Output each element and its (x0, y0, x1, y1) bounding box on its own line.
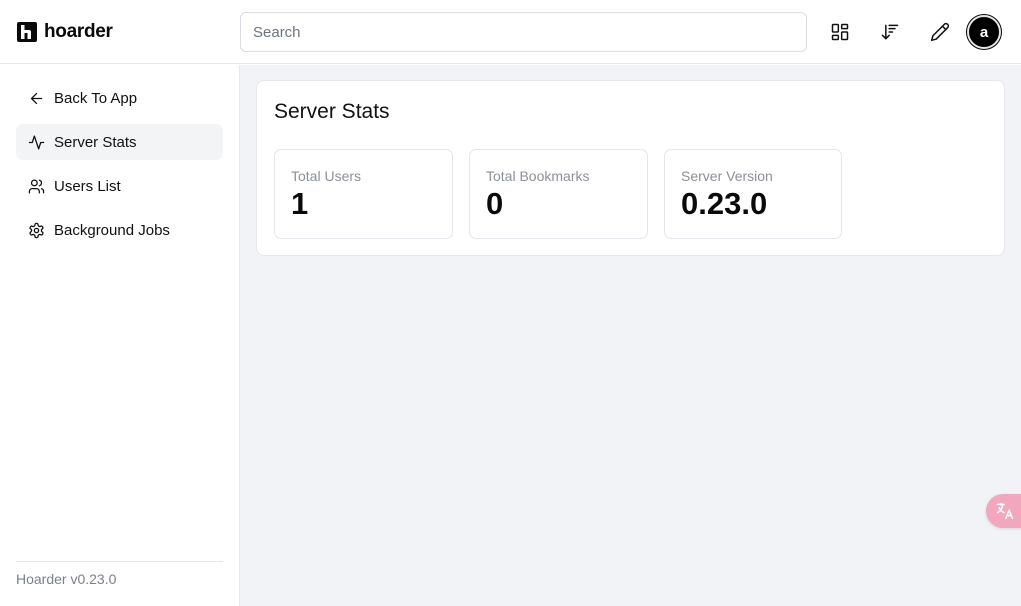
stat-value: 1 (291, 186, 309, 221)
sidebar-divider (16, 561, 223, 562)
sidebar-item-label: Users List (54, 177, 121, 195)
server-stats-card: Server Stats Total Users 1 Total Bookmar… (256, 80, 1005, 256)
stat-label: Server Version (681, 168, 773, 184)
translate-icon (996, 502, 1014, 520)
sidebar-item-label: Server Stats (54, 133, 137, 151)
sidebar-item-background-jobs[interactable]: Background Jobs (16, 212, 223, 248)
stat-value: 0 (486, 186, 504, 221)
app-root: hoarder a (0, 0, 1021, 606)
sidebar: Back To App Server Stats Users List Back… (0, 65, 240, 606)
stat-card-total-users: Total Users 1 (274, 149, 453, 239)
translate-widget-button[interactable] (986, 494, 1021, 528)
brand-logo[interactable]: hoarder (16, 20, 113, 44)
activity-icon (28, 134, 45, 150)
main-content: Server Stats Total Users 1 Total Bookmar… (240, 65, 1021, 606)
stat-card-total-bookmarks: Total Bookmarks 0 (469, 149, 648, 239)
grid-layout-icon (831, 23, 849, 41)
layout-toggle-button[interactable] (820, 12, 860, 52)
stat-value: 0.23.0 (681, 186, 768, 221)
user-avatar[interactable]: a (967, 15, 1001, 49)
brand-name: hoarder (44, 21, 113, 42)
sidebar-item-label: Background Jobs (54, 221, 170, 239)
top-header: hoarder a (0, 0, 1021, 64)
sort-button[interactable] (870, 12, 910, 52)
edit-button[interactable] (920, 12, 960, 52)
stat-label: Total Users (291, 168, 362, 184)
gear-icon (29, 222, 44, 238)
sidebar-item-label: Back To App (54, 89, 138, 107)
stat-card-server-version: Server Version 0.23.0 (664, 149, 842, 239)
sidebar-item-server-stats[interactable]: Server Stats (16, 124, 223, 160)
sidebar-item-back-to-app[interactable]: Back To App (16, 80, 223, 116)
app-version-label: Hoarder v0.23.0 (16, 571, 117, 587)
stat-label: Total Bookmarks (486, 168, 590, 184)
users-icon (28, 178, 45, 194)
arrow-left-icon (30, 92, 43, 104)
page-title: Server Stats (274, 100, 390, 123)
sort-descending-icon (881, 24, 899, 40)
sidebar-item-users-list[interactable]: Users List (16, 168, 223, 204)
pencil-icon (930, 22, 950, 42)
search-input[interactable] (240, 12, 807, 52)
hoarder-logo-icon (17, 22, 37, 42)
